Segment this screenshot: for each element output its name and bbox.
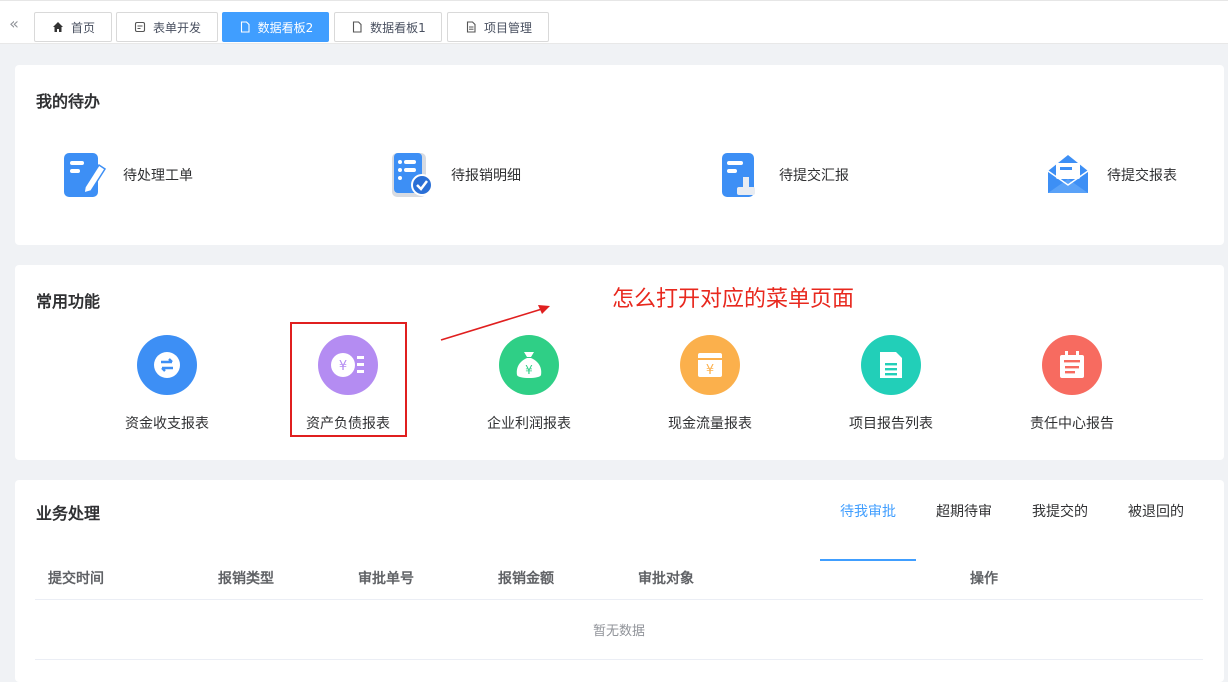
column-submit-time: 提交时间 <box>48 571 104 587</box>
feature-fund-report[interactable]: 资金收支报表 <box>107 335 227 433</box>
tab-label: 表单开发 <box>152 20 201 35</box>
tab-label: 数据看板1 <box>370 20 426 35</box>
feature-cashflow-report[interactable]: ¥ 现金流量报表 <box>650 335 770 433</box>
feature-label: 责任中心报告 <box>1030 416 1114 432</box>
feature-label: 资金收支报表 <box>125 416 209 432</box>
todo-label: 待报销明细 <box>451 168 521 184</box>
todo-card: 我的待办 待处理工单 待报销明细 待提交汇报 待提交报表 <box>15 65 1224 245</box>
business-tabs: 待我审批 超期待审 我提交的 被退回的 <box>820 502 1204 561</box>
home-icon <box>51 20 65 34</box>
file-icon <box>238 20 252 34</box>
feature-profit-report[interactable]: ¥ 企业利润报表 <box>469 335 589 433</box>
tab-form-dev[interactable]: 表单开发 <box>116 12 218 42</box>
todo-label: 待提交报表 <box>1107 168 1177 184</box>
todo-label: 待处理工单 <box>123 168 193 184</box>
tab-overdue[interactable]: 超期待审 <box>916 502 1012 542</box>
empty-state: 暂无数据 <box>35 600 1203 660</box>
feature-label: 企业利润报表 <box>487 416 571 432</box>
tab-dashboard-2[interactable]: 数据看板2 <box>222 12 329 42</box>
feature-label: 现金流量报表 <box>668 416 752 432</box>
business-card: 业务处理 待我审批 超期待审 我提交的 被退回的 提交时间 报销类型 审批单号 … <box>15 480 1224 682</box>
common-title: 常用功能 <box>36 292 101 311</box>
tab-project-management[interactable]: 项目管理 <box>447 12 549 42</box>
arrow-icon <box>440 305 550 341</box>
table-header: 提交时间 报销类型 审批单号 报销金额 审批对象 操作 <box>35 568 1203 600</box>
highlight-box <box>290 322 407 437</box>
mail-icon <box>1047 155 1089 193</box>
svg-text:¥: ¥ <box>525 363 533 377</box>
todo-item-work-order[interactable]: 待处理工单 <box>61 151 193 199</box>
report-icon <box>861 335 921 395</box>
todo-label: 待提交汇报 <box>779 168 849 184</box>
stamp-document-icon <box>722 153 755 197</box>
todo-item-report-submission[interactable]: 待提交汇报 <box>717 151 849 199</box>
edit-document-icon <box>64 153 107 197</box>
tab-label: 项目管理 <box>483 20 532 35</box>
svg-text:¥: ¥ <box>706 363 714 378</box>
file-icon <box>350 20 364 34</box>
tab-dashboard-1[interactable]: 数据看板1 <box>334 12 442 42</box>
tab-label: 首页 <box>70 20 95 35</box>
collapse-icon[interactable]: « <box>0 11 28 35</box>
feature-project-report-list[interactable]: 项目报告列表 <box>831 335 951 433</box>
tab-label: 数据看板2 <box>257 20 314 35</box>
checklist-icon <box>392 153 433 197</box>
feature-label: 项目报告列表 <box>849 416 933 432</box>
calendar-icon <box>1042 335 1102 395</box>
tab-submitted[interactable]: 我提交的 <box>1012 502 1108 542</box>
column-amount: 报销金额 <box>498 571 554 587</box>
money-bag-icon: ¥ <box>499 335 559 395</box>
tab-home[interactable]: 首页 <box>34 12 112 42</box>
exchange-icon <box>137 335 197 395</box>
column-approval-number: 审批单号 <box>358 571 414 587</box>
column-approval-target: 审批对象 <box>638 571 694 587</box>
document-icon <box>464 20 478 34</box>
tab-returned[interactable]: 被退回的 <box>1108 502 1204 542</box>
feature-responsibility-report[interactable]: 责任中心报告 <box>1012 335 1132 433</box>
todo-item-statement-submission[interactable]: 待提交报表 <box>1045 151 1177 199</box>
annotation-text: 怎么打开对应的菜单页面 <box>612 287 855 312</box>
form-icon <box>133 20 147 34</box>
todo-title: 我的待办 <box>36 92 101 111</box>
column-reimbursement-type: 报销类型 <box>218 571 274 587</box>
todo-item-reimbursement[interactable]: 待报销明细 <box>389 151 521 199</box>
business-title: 业务处理 <box>36 504 101 523</box>
yen-box-icon: ¥ <box>680 335 740 395</box>
tab-bar: « 首页 表单开发 数据看板2 数据看板1 项目管理 <box>0 0 1228 44</box>
tab-pending-approval[interactable]: 待我审批 <box>820 502 916 561</box>
column-actions: 操作 <box>970 571 998 587</box>
